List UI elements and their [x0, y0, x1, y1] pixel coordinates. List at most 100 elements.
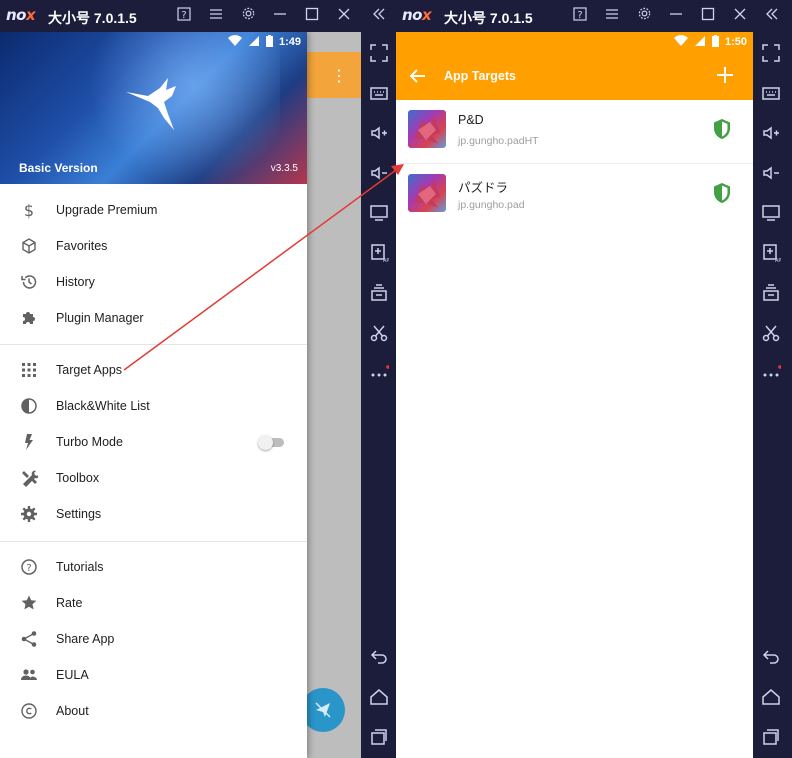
collapse-sidebar-icon[interactable]	[369, 6, 389, 26]
status-time: 1:49	[278, 36, 301, 48]
screen-icon[interactable]	[753, 198, 788, 228]
shield-icon[interactable]	[712, 118, 732, 140]
gear-icon	[19, 504, 39, 524]
scissors-icon[interactable]	[753, 318, 788, 348]
fab-button[interactable]	[301, 688, 345, 732]
title-bar: nox 大小号 7.0.1.5 ?	[396, 0, 792, 32]
apk-install-icon[interactable]: APK	[361, 238, 396, 268]
share-icon	[19, 629, 39, 649]
settings-icon[interactable]	[634, 6, 654, 26]
menu-item-label: EULA	[56, 668, 89, 682]
window-title: 大小号 7.0.1.5	[48, 10, 137, 26]
menu-item-label: Black&White List	[56, 399, 150, 413]
menu-item-label: Share App	[56, 632, 115, 646]
more-icon[interactable]	[361, 358, 396, 388]
menu-item-label: Settings	[56, 507, 102, 521]
menu-item-settings[interactable]: Settings	[0, 496, 307, 532]
dollar-icon: $	[19, 200, 39, 220]
home-nav-icon[interactable]	[361, 682, 396, 712]
keyboard-icon[interactable]	[753, 78, 788, 108]
close-icon[interactable]	[730, 6, 750, 26]
multi-instance-icon[interactable]	[753, 278, 788, 308]
menu-item-plugin-manager[interactable]: Plugin Manager	[0, 300, 307, 336]
drawer-header: 1:49 Basic Version v3.3.5	[0, 32, 307, 184]
more-icon[interactable]	[753, 358, 788, 388]
people-icon	[19, 665, 39, 685]
emulator-window-left: nox 大小号 7.0.1.5 ? ⋮ 1:49 Basic Version v…	[0, 0, 396, 758]
minimize-icon[interactable]	[666, 6, 686, 26]
multi-instance-icon[interactable]	[361, 278, 396, 308]
volume-down-icon[interactable]	[753, 158, 788, 188]
bolt-icon	[19, 432, 39, 452]
recents-nav-icon[interactable]	[361, 722, 396, 752]
svg-text:$: $	[24, 201, 34, 219]
scissors-icon[interactable]	[361, 318, 396, 348]
menu-item-label: Favorites	[56, 239, 108, 253]
menu-item-upgrade-premium[interactable]: $ Upgrade Premium	[0, 192, 307, 228]
app-name: P&D	[458, 113, 484, 127]
maximize-icon[interactable]	[302, 6, 322, 26]
emulator-window-right: nox 大小号 7.0.1.5 ? 1:50 App Targets P&D j…	[396, 0, 792, 758]
svg-text:APK: APK	[383, 258, 389, 263]
help-icon[interactable]: ?	[174, 6, 194, 26]
version-number: v3.3.5	[270, 163, 298, 174]
menu-item-label: Tutorials	[56, 560, 104, 574]
back-arrow-icon[interactable]	[408, 66, 428, 86]
version-label: Basic Version	[19, 161, 98, 175]
volume-up-icon[interactable]	[361, 118, 396, 148]
menu-item-tutorials[interactable]: ? Tutorials	[0, 549, 307, 585]
history-icon	[19, 272, 39, 292]
menu-item-label: History	[56, 275, 95, 289]
help-icon[interactable]: ?	[570, 6, 590, 26]
menu-item-favorites[interactable]: Favorites	[0, 228, 307, 264]
menu-item-turbo-mode[interactable]: Turbo Mode	[0, 424, 307, 460]
signal-icon	[249, 36, 259, 46]
menu-item-history[interactable]: History	[0, 264, 307, 300]
fullscreen-icon[interactable]	[361, 38, 396, 68]
navigation-drawer: 1:49 Basic Version v3.3.5 $ Upgrade Prem…	[0, 32, 307, 758]
menu-item-black-white-list[interactable]: Black&White List	[0, 388, 307, 424]
status-icons	[674, 35, 719, 47]
menu-item-toolbox[interactable]: Toolbox	[0, 460, 307, 496]
menu-icon[interactable]	[206, 6, 226, 26]
add-icon[interactable]	[715, 65, 735, 85]
menu-item-share-app[interactable]: Share App	[0, 621, 307, 657]
turbo-mode-toggle[interactable]	[258, 435, 286, 450]
menu-item-rate[interactable]: Rate	[0, 585, 307, 621]
status-time: 1:50	[724, 36, 747, 48]
battery-icon	[712, 35, 719, 47]
settings-icon[interactable]	[238, 6, 258, 26]
star-icon	[19, 593, 39, 613]
minimize-icon[interactable]	[270, 6, 290, 26]
window-title: 大小号 7.0.1.5	[444, 10, 533, 26]
keyboard-icon[interactable]	[361, 78, 396, 108]
menu-item-eula[interactable]: EULA	[0, 657, 307, 693]
menu-item-label: Plugin Manager	[56, 311, 144, 325]
copyright-icon	[19, 701, 39, 721]
wifi-icon	[674, 35, 688, 46]
signal-icon	[695, 36, 705, 46]
volume-down-icon[interactable]	[361, 158, 396, 188]
shield-icon[interactable]	[712, 182, 732, 204]
app-target-row[interactable]: P&D jp.gungho.padHT	[396, 100, 753, 164]
apk-install-icon[interactable]: APK	[753, 238, 788, 268]
cube-icon	[19, 236, 39, 256]
menu-item-label: Rate	[56, 596, 83, 610]
volume-up-icon[interactable]	[753, 118, 788, 148]
fullscreen-icon[interactable]	[753, 38, 788, 68]
home-nav-icon[interactable]	[753, 682, 788, 712]
close-icon[interactable]	[334, 6, 354, 26]
screen-icon[interactable]	[361, 198, 396, 228]
menu-item-target-apps[interactable]: Target Apps	[0, 352, 307, 388]
menu-icon[interactable]	[602, 6, 622, 26]
back-nav-icon[interactable]	[753, 642, 788, 672]
menu-item-about[interactable]: About	[0, 693, 307, 729]
maximize-icon[interactable]	[698, 6, 718, 26]
emulator-toolbar: APK	[753, 32, 792, 758]
tools-icon	[19, 468, 39, 488]
back-nav-icon[interactable]	[361, 642, 396, 672]
recents-nav-icon[interactable]	[753, 722, 788, 752]
collapse-sidebar-icon[interactable]	[762, 6, 782, 26]
divider	[0, 541, 307, 542]
app-target-row[interactable]: パズドラ jp.gungho.pad	[396, 164, 753, 228]
